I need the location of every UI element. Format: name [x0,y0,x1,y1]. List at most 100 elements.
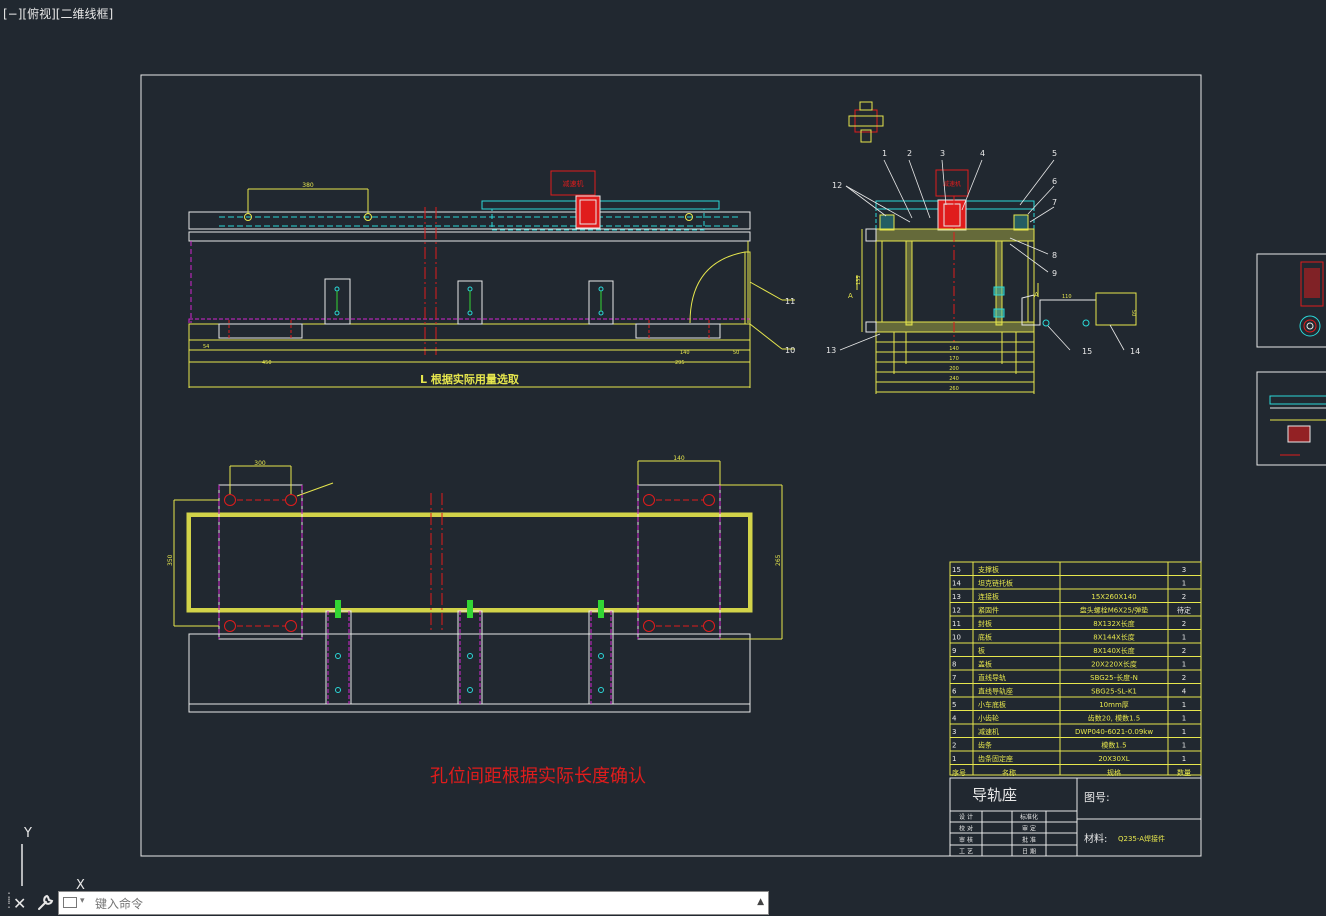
callout-15: 15 [1082,347,1092,356]
bom-cell-no: 13 [952,593,961,601]
bom-cell-qty: 4 [1182,688,1187,696]
bom-cell-no: 3 [952,728,956,736]
close-icon[interactable]: ✕ [13,894,26,913]
dim-section-side2: 50 [1130,310,1136,316]
command-line-bar: ⋮⋮ ✕ ▾ ▲ [0,890,770,916]
dim-total-left: 450 [262,360,272,366]
material-label: 材料: [1084,832,1107,845]
part-name: 导轨座 [972,786,1017,804]
bom-cell-qty: 3 [1182,566,1186,574]
plan-view: 300 140 350 265 [167,455,783,713]
dim-plan-right: 140 [673,455,685,462]
ucs-y-label: Y [23,826,32,841]
dim-plan-height: 350 [167,554,174,566]
bom-cell-qty: 2 [1182,620,1186,628]
bom-cell-spec: 模数1.5 [1101,741,1126,750]
side-viewport-top[interactable] [1256,253,1326,348]
bom-cell-no: 9 [952,647,956,655]
bom-cell-no: 14 [952,580,961,588]
dim-section-side: 110 [1062,294,1072,300]
dim-section-w3: 200 [949,366,959,372]
callout-3: 3 [940,149,945,158]
bom-cell-qty: 1 [1182,715,1186,723]
command-input[interactable] [93,893,737,915]
dim-left-end: 54 [203,344,209,350]
section-view: 减速机 140 170 200 240 260 135 110 50 A A 1… [826,101,1140,394]
bom-cell-name: 底板 [978,633,992,642]
dim-right-end: 50 [733,350,739,356]
gearbox-label-front: 减速机 [563,179,584,188]
bom-cell-no: 8 [952,661,956,669]
title-role-right: 标准化 [1020,813,1038,821]
command-prompt-icon[interactable] [63,897,77,908]
dim-base-span: 295 [675,360,685,366]
bom-cell-name: 齿条固定座 [978,754,1013,763]
chevron-down-icon[interactable]: ▾ [80,896,85,906]
section-mark-left: A [848,292,853,300]
dim-mid-span: 140 [680,350,690,356]
bom-cell-name: 连接板 [978,592,999,601]
drawing-frame [140,74,1202,857]
bom-header-spec: 规格 [1107,768,1121,777]
bom-cell-spec: 10mm厚 [1099,701,1129,709]
dim-plan-right-height: 265 [775,554,782,566]
bom-cell-no: 1 [952,755,956,763]
bom-cell-no: 6 [952,688,957,696]
dim-plan-left: 300 [254,460,266,467]
dim-section-w5: 260 [949,386,959,392]
material-value: Q235-A焊接件 [1118,834,1165,843]
drawing-no-label: 图号: [1084,791,1110,804]
bom-cell-spec: 20X220X长度 [1091,660,1137,669]
bom-cell-name: 减速机 [978,727,999,736]
title-role-left: 校 对 [959,825,973,833]
command-input-box[interactable]: ▾ ▲ [58,891,769,915]
bom-cell-name: 直线导轨 [978,673,1006,682]
recent-commands-icon[interactable]: ▲ [757,897,764,907]
title-role-right: 审 定 [1022,825,1036,833]
bom-cell-no: 15 [952,566,961,574]
section-mark-right: A [1034,291,1039,299]
bom-cell-qty: 1 [1182,701,1186,709]
side-viewport-bottom[interactable] [1256,371,1326,466]
bom-cell-no: 10 [952,634,961,642]
bom-cell-qty: 1 [1182,755,1186,763]
title-role-right: 批 准 [1022,836,1036,844]
title-block: 导轨座 图号: 材料: Q235-A焊接件 设 计 标准化校 对 审 定审 核 批 准… [949,777,1202,857]
bom-cell-name: 直线导轨座 [978,687,1013,696]
bom-cell-no: 5 [952,701,956,709]
bom-cell-qty: 2 [1182,674,1186,682]
title-role-right: 日 期 [1022,848,1036,856]
callout-7: 7 [1052,198,1057,207]
callout-10-front: 10 [785,346,795,355]
bom-cell-qty: 1 [1182,661,1186,669]
front-view: 减速机 380 54 50 140 295 450 L 根据实际用量选取 11 … [188,170,795,388]
dim-section-w1: 140 [949,346,959,352]
bom-cell-name: 坦克链托板 [978,579,1013,588]
title-role-left: 设 计 [959,813,973,821]
bom-table: 15 支撑板 314 坦克链托板 113 连接板 15X260X140 212 紧固件 盘头螺栓M… [949,561,1202,777]
callout-4: 4 [980,149,985,158]
bom-cell-qty: 待定 [1177,606,1191,615]
title-role-left: 工 艺 [959,848,973,856]
bom-cell-no: 12 [952,607,961,615]
bom-cell-qty: 1 [1182,634,1186,642]
bom-cell-spec: SBG25-SL-K1 [1091,688,1137,696]
bom-cell-spec: 20X30XL [1098,755,1129,763]
bom-cell-name: 盖板 [978,660,992,669]
wrench-icon[interactable] [35,893,55,913]
callout-11-front: 11 [785,297,795,306]
bom-cell-name: 小齿轮 [978,714,999,723]
ucs-icon: Y X [21,826,85,890]
bom-cell-spec: 8X144X长度 [1093,633,1134,642]
bom-cell-spec: 8X140X长度 [1093,646,1134,655]
drawing-canvas[interactable]: 减速机 380 54 50 140 295 450 L 根据实际用量选取 11 … [0,0,1326,890]
callout-8: 8 [1052,251,1057,260]
bom-cell-name: 小车底板 [978,700,1006,709]
bom-cell-spec: DWP040-6021-0.09kw [1075,728,1153,736]
bom-cell-name: 封板 [978,619,992,628]
bom-cell-qty: 2 [1182,647,1186,655]
drag-handle-icon[interactable]: ⋮ ⋮ [3,891,15,912]
dim-section-w4: 240 [949,376,959,382]
bom-cell-qty: 1 [1182,742,1186,750]
bom-cell-no: 7 [952,674,956,682]
